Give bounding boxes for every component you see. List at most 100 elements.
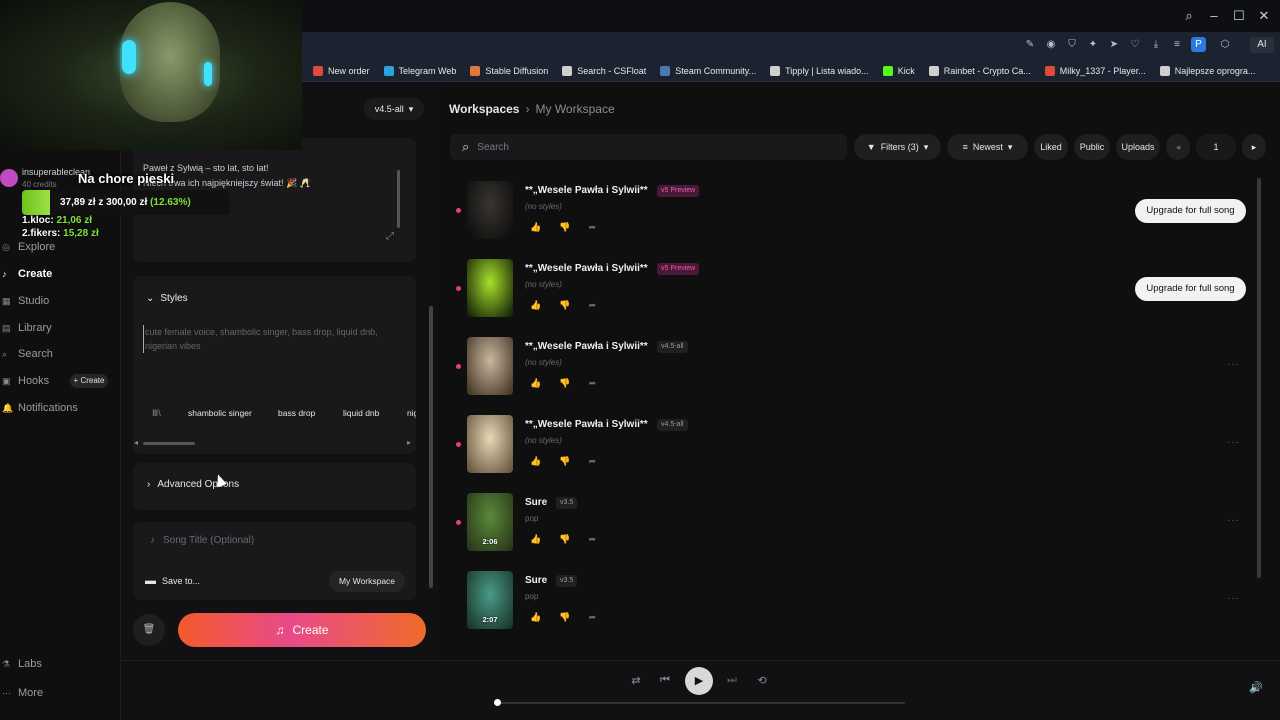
volume-icon[interactable]: 🔊 (1249, 681, 1263, 694)
sidebar-item-search[interactable]: ⌕ Search (0, 343, 120, 365)
cube-icon[interactable]: ⬡ (1219, 39, 1231, 51)
song-title[interactable]: **„Wesele Pawła i Sylwii** (525, 419, 648, 430)
progress-bar[interactable] (497, 702, 905, 704)
thumbs-down-icon[interactable]: 👎 (559, 300, 570, 311)
camera-icon[interactable]: ◉ (1045, 39, 1057, 51)
ai-button[interactable]: AI (1250, 37, 1274, 53)
sidebar-item-create[interactable]: ♪ Create (0, 263, 120, 285)
more-options-icon[interactable]: ··· (1227, 593, 1240, 604)
thumbs-up-icon[interactable]: 👍 (530, 456, 541, 467)
sidebar-item-explore[interactable]: ◎ Explore (0, 236, 120, 258)
more-options-icon[interactable]: ··· (1227, 515, 1240, 526)
public-filter[interactable]: Public (1074, 134, 1110, 160)
song-title[interactable]: **„Wesele Pawła i Sylwii** (525, 263, 648, 274)
more-options-icon[interactable]: ··· (1227, 437, 1240, 448)
sidebar-item-studio[interactable]: ▦ Studio (0, 290, 120, 312)
share-icon[interactable]: ➦ (588, 456, 596, 467)
thumbs-up-icon[interactable]: 👍 (530, 612, 541, 623)
more-options-icon[interactable]: ··· (1227, 359, 1240, 370)
send-icon[interactable]: ➤ (1108, 39, 1120, 51)
edit-icon[interactable]: ✎ (1024, 39, 1036, 51)
minimize-icon[interactable]: – (1206, 8, 1222, 23)
style-tag[interactable]: shambolic singer (188, 405, 252, 421)
song-row[interactable]: **„Wesele Pawła i Sylwii** v4.5-all (no st… (450, 337, 1250, 407)
bookmark-item[interactable]: Najlepsze oprogra... (1153, 65, 1263, 76)
extension-icon[interactable]: ✦ (1087, 39, 1099, 51)
bookmark-item[interactable]: New order (306, 65, 377, 76)
song-row[interactable]: 2:07 Sure v3.5 pop 👍 👎 ➦ ··· (450, 571, 1250, 641)
scroll-left-icon[interactable]: ◂ (134, 438, 138, 447)
song-row[interactable]: 2:06 Sure v3.5 pop 👍 👎 ➦ ··· (450, 493, 1250, 563)
workspace-select[interactable]: My Workspace (329, 571, 405, 592)
song-thumbnail[interactable]: 2:07 (467, 571, 513, 629)
song-title-input[interactable]: ♪ Song Title (Optional) (150, 535, 254, 546)
bookmark-item[interactable]: Milky_1337 - Player... (1038, 65, 1153, 76)
sort-button[interactable]: ≡ Newest ▾ (947, 134, 1028, 160)
search-input[interactable]: ⌕ Search (450, 134, 847, 160)
sidebar-item-labs[interactable]: ⚗ Labs (0, 653, 120, 675)
bookmark-item[interactable]: Telegram Web (377, 65, 464, 76)
hooks-create-button[interactable]: + Create (70, 374, 108, 388)
filters-button[interactable]: ▼ Filters (3) ▾ (854, 134, 941, 160)
styles-input[interactable]: cute female voice, shambolic singer, bas… (143, 325, 398, 353)
create-button[interactable]: ♫ Create (178, 613, 426, 647)
song-title[interactable]: **„Wesele Pawła i Sylwii** (525, 341, 648, 352)
song-title[interactable]: Sure (525, 497, 547, 508)
share-icon[interactable]: ➦ (588, 534, 596, 545)
maximize-icon[interactable]: ☐ (1231, 8, 1247, 24)
panel-scrollbar[interactable] (429, 306, 433, 588)
tags-scrollbar[interactable] (143, 442, 195, 445)
liked-filter[interactable]: Liked (1034, 134, 1068, 160)
avatar[interactable] (0, 169, 18, 187)
next-icon[interactable]: ⏭ (725, 674, 739, 687)
play-button[interactable]: ▶ (685, 667, 713, 695)
thumbs-down-icon[interactable]: 👎 (559, 612, 570, 623)
share-icon[interactable]: ➦ (588, 378, 596, 389)
list-scrollbar[interactable] (1257, 178, 1261, 578)
download-icon[interactable]: ⤓ (1150, 39, 1162, 51)
bookmark-item[interactable]: Tipply | Lista wiado... (763, 65, 876, 76)
song-title[interactable]: **„Wesele Pawła i Sylwii** (525, 185, 648, 196)
thumbs-down-icon[interactable]: 👎 (559, 534, 570, 545)
share-icon[interactable]: ➦ (588, 612, 596, 623)
thumbs-up-icon[interactable]: 👍 (530, 300, 541, 311)
sidebar-item-more[interactable]: ⋯ More (0, 682, 120, 704)
bookmark-item[interactable]: Kick (876, 65, 922, 76)
share-icon[interactable]: ➦ (588, 222, 596, 233)
menu-icon[interactable]: ≡ (1171, 39, 1183, 51)
thumbs-up-icon[interactable]: 👍 (530, 534, 541, 545)
bookmark-item[interactable]: Rainbet - Crypto Ca... (922, 65, 1038, 76)
song-row[interactable]: **„Wesele Pawła i Sylwii** v4.5-all (no st… (450, 415, 1250, 485)
style-tag[interactable]: nig (407, 405, 416, 421)
search-icon[interactable]: ⌕ (1181, 8, 1197, 24)
bookmark-item[interactable]: Stable Diffusion (463, 65, 555, 76)
bookmark-item[interactable]: Search - CSFloat (555, 65, 653, 76)
expand-icon[interactable]: ⤢ (386, 231, 394, 242)
thumbs-down-icon[interactable]: 👎 (559, 222, 570, 233)
shuffle-icon[interactable]: ⇄ (629, 674, 643, 687)
thumbs-up-icon[interactable]: 👍 (530, 222, 541, 233)
shield-icon[interactable]: ⛉ (1066, 39, 1078, 51)
progress-knob[interactable] (494, 699, 501, 706)
share-icon[interactable]: ➦ (588, 300, 596, 311)
trash-button[interactable]: 🗑 (133, 614, 165, 646)
song-thumbnail[interactable] (467, 181, 513, 239)
library-icon[interactable]: Ⅲ\ (152, 408, 161, 419)
close-icon[interactable]: ✕ (1256, 8, 1272, 24)
uploads-filter[interactable]: Uploads (1116, 134, 1160, 160)
prev-page-button[interactable]: ◂ (1166, 134, 1190, 160)
sidebar-item-library[interactable]: ▤ Library (0, 317, 120, 339)
song-row[interactable]: **„Wesele Pawła i Sylwii** v5 Preview (no … (450, 181, 1250, 251)
repeat-icon[interactable]: ⟲ (755, 674, 769, 687)
lyrics-scrollbar[interactable] (397, 170, 400, 228)
styles-header[interactable]: ⌄ Styles (146, 293, 188, 304)
upgrade-button[interactable]: Upgrade for full song (1135, 277, 1246, 301)
heart-icon[interactable]: ♡ (1129, 39, 1141, 51)
breadcrumb-root[interactable]: Workspaces (449, 102, 519, 116)
sidebar-item-notifications[interactable]: 🔔 Notifications (0, 397, 120, 419)
version-select[interactable]: v4.5-all ▾ (364, 98, 424, 120)
thumbs-down-icon[interactable]: 👎 (559, 456, 570, 467)
thumbs-up-icon[interactable]: 👍 (530, 378, 541, 389)
previous-icon[interactable]: ⏮ (658, 674, 672, 687)
profile-icon[interactable]: P (1191, 37, 1206, 52)
